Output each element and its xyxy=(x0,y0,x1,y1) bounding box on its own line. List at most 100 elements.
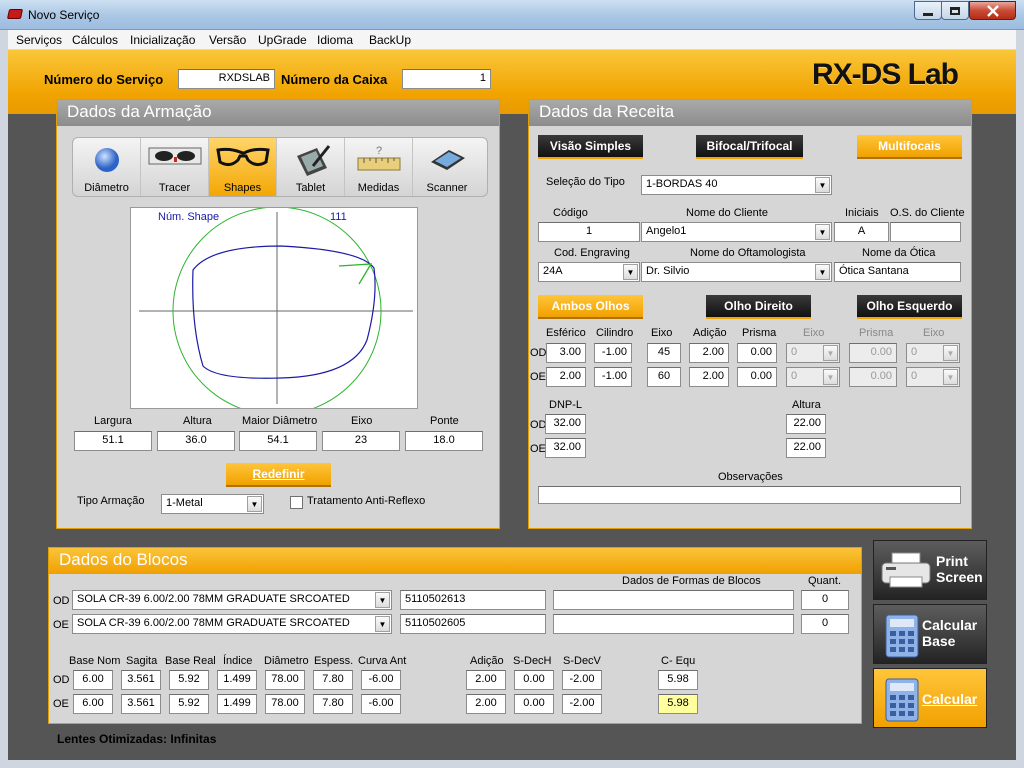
engraving-select[interactable]: 24A ▼ xyxy=(538,262,640,282)
od-espess[interactable]: 7.80 xyxy=(313,670,353,690)
oe-sdech[interactable]: 0.00 xyxy=(514,694,554,714)
oe-eixo2-select[interactable]: 0 ▼ xyxy=(786,367,840,387)
oe-diametro[interactable]: 78.00 xyxy=(265,694,305,714)
od-adicao-dec[interactable]: 2.00 xyxy=(466,670,506,690)
eixo-input[interactable]: 23 xyxy=(322,431,400,451)
od-sdecv[interactable]: -2.00 xyxy=(562,670,602,690)
largura-input[interactable]: 51.1 xyxy=(74,431,152,451)
chevron-down-icon[interactable]: ▼ xyxy=(623,264,638,280)
oe-eixo3-select[interactable]: 0 ▼ xyxy=(906,367,960,387)
chevron-down-icon[interactable]: ▼ xyxy=(375,616,390,632)
print-screen-button[interactable]: Print Screen xyxy=(873,540,987,600)
chevron-down-icon[interactable]: ▼ xyxy=(815,264,830,280)
od-adicao[interactable]: 2.00 xyxy=(689,343,729,363)
calcular-base-button[interactable]: Calcular Base xyxy=(873,604,987,664)
od-curva-ant[interactable]: -6.00 xyxy=(361,670,401,690)
calcular-button[interactable]: Calcular xyxy=(873,668,987,728)
tab-shapes[interactable]: Shapes xyxy=(209,138,277,196)
maior-diametro-input[interactable]: 54.1 xyxy=(239,431,317,451)
olho-esquerdo-button[interactable]: Olho Esquerdo xyxy=(857,295,962,319)
tab-medidas[interactable]: ? Medidas xyxy=(345,138,413,196)
oe-adicao-dec[interactable]: 2.00 xyxy=(466,694,506,714)
chevron-down-icon[interactable]: ▼ xyxy=(815,224,830,240)
od-eixo[interactable]: 45 xyxy=(647,343,681,363)
tab-tracer[interactable]: Tracer xyxy=(141,138,209,196)
visao-simples-button[interactable]: Visão Simples xyxy=(538,135,643,159)
tab-scanner[interactable]: Scanner xyxy=(413,138,481,196)
od-codigo-input[interactable]: 5110502613 xyxy=(400,590,546,610)
maximize-button[interactable] xyxy=(941,1,969,20)
od-cequ[interactable]: 5.98 xyxy=(658,670,698,690)
oe-sagita[interactable]: 3.561 xyxy=(121,694,161,714)
oe-prisma2[interactable]: 0.00 xyxy=(849,367,897,387)
menu-calculos[interactable]: Cálculos xyxy=(72,33,118,47)
servico-input[interactable]: RXDSLAB xyxy=(178,69,275,89)
antireflexo-checkbox[interactable] xyxy=(290,496,303,509)
oe-base-real[interactable]: 5.92 xyxy=(169,694,209,714)
oe-quant-input[interactable]: 0 xyxy=(801,614,849,634)
od-indice[interactable]: 1.499 xyxy=(217,670,257,690)
oe-adicao[interactable]: 2.00 xyxy=(689,367,729,387)
tab-tablet[interactable]: Tablet xyxy=(277,138,345,196)
od-sdech[interactable]: 0.00 xyxy=(514,670,554,690)
oe-eixo[interactable]: 60 xyxy=(647,367,681,387)
od-eixo3-select[interactable]: 0 ▼ xyxy=(906,343,960,363)
close-button[interactable] xyxy=(969,1,1016,20)
oe-indice[interactable]: 1.499 xyxy=(217,694,257,714)
title-bar[interactable]: Novo Serviço xyxy=(0,0,1024,30)
oe-prisma[interactable]: 0.00 xyxy=(737,367,777,387)
codigo-input[interactable]: 1 xyxy=(538,222,640,242)
od-quant-input[interactable]: 0 xyxy=(801,590,849,610)
od-esferico[interactable]: 3.00 xyxy=(546,343,586,363)
observacoes-input[interactable] xyxy=(538,486,961,504)
altura-input[interactable]: 36.0 xyxy=(157,431,235,451)
menu-upgrade[interactable]: UpGrade xyxy=(258,33,307,47)
altura-od-input[interactable]: 22.00 xyxy=(786,414,826,434)
selecao-select[interactable]: 1-BORDAS 40 ▼ xyxy=(641,175,832,195)
oe-esferico[interactable]: 2.00 xyxy=(546,367,586,387)
iniciais-input[interactable]: A xyxy=(834,222,889,242)
redefinir-button[interactable]: Redefinir xyxy=(226,463,331,487)
chevron-down-icon[interactable]: ▼ xyxy=(943,345,958,361)
ambos-olhos-button[interactable]: Ambos Olhos xyxy=(538,295,643,319)
altura-oe-input[interactable]: 22.00 xyxy=(786,438,826,458)
oe-codigo-input[interactable]: 5110502605 xyxy=(400,614,546,634)
od-base-real[interactable]: 5.92 xyxy=(169,670,209,690)
oe-sdecv[interactable]: -2.00 xyxy=(562,694,602,714)
bifocal-button[interactable]: Bifocal/Trifocal xyxy=(696,135,803,159)
menu-inicializacao[interactable]: Inicialização xyxy=(130,33,195,47)
oe-espess[interactable]: 7.80 xyxy=(313,694,353,714)
dnp-od-input[interactable]: 32.00 xyxy=(545,414,586,434)
chevron-down-icon[interactable]: ▼ xyxy=(375,592,390,608)
od-formas-input[interactable] xyxy=(553,590,794,610)
oe-lente-select[interactable]: SOLA CR-39 6.00/2.00 78MM GRADUATE SRCOA… xyxy=(72,614,392,634)
oe-cilindro[interactable]: -1.00 xyxy=(594,367,632,387)
menu-servicos[interactable]: Serviços xyxy=(16,33,62,47)
chevron-down-icon[interactable]: ▼ xyxy=(823,345,838,361)
cliente-select[interactable]: Angelo1 ▼ xyxy=(641,222,832,242)
tab-diametro[interactable]: Diâmetro xyxy=(73,138,141,196)
chevron-down-icon[interactable]: ▼ xyxy=(815,177,830,193)
tipo-armacao-select[interactable]: 1-Metal ▼ xyxy=(161,494,264,514)
menu-backup[interactable]: BackUp xyxy=(369,33,411,47)
ponte-input[interactable]: 18.0 xyxy=(405,431,483,451)
multifocais-button[interactable]: Multifocais xyxy=(857,135,962,159)
oe-formas-input[interactable] xyxy=(553,614,794,634)
od-lente-select[interactable]: SOLA CR-39 6.00/2.00 78MM GRADUATE SRCOA… xyxy=(72,590,392,610)
od-cilindro[interactable]: -1.00 xyxy=(594,343,632,363)
od-sagita[interactable]: 3.561 xyxy=(121,670,161,690)
minimize-button[interactable] xyxy=(914,1,942,20)
od-prisma[interactable]: 0.00 xyxy=(737,343,777,363)
oftalmo-select[interactable]: Dr. Silvio ▼ xyxy=(641,262,832,282)
od-eixo2-select[interactable]: 0 ▼ xyxy=(786,343,840,363)
menu-versao[interactable]: Versão xyxy=(209,33,246,47)
chevron-down-icon[interactable]: ▼ xyxy=(823,369,838,385)
olho-direito-button[interactable]: Olho Direito xyxy=(706,295,811,319)
oe-base-nom[interactable]: 6.00 xyxy=(73,694,113,714)
od-prisma2[interactable]: 0.00 xyxy=(849,343,897,363)
oe-cequ[interactable]: 5.98 xyxy=(658,694,698,714)
caixa-input[interactable]: 1 xyxy=(402,69,491,89)
menu-idioma[interactable]: Idioma xyxy=(317,33,353,47)
od-base-nom[interactable]: 6.00 xyxy=(73,670,113,690)
dnp-oe-input[interactable]: 32.00 xyxy=(545,438,586,458)
